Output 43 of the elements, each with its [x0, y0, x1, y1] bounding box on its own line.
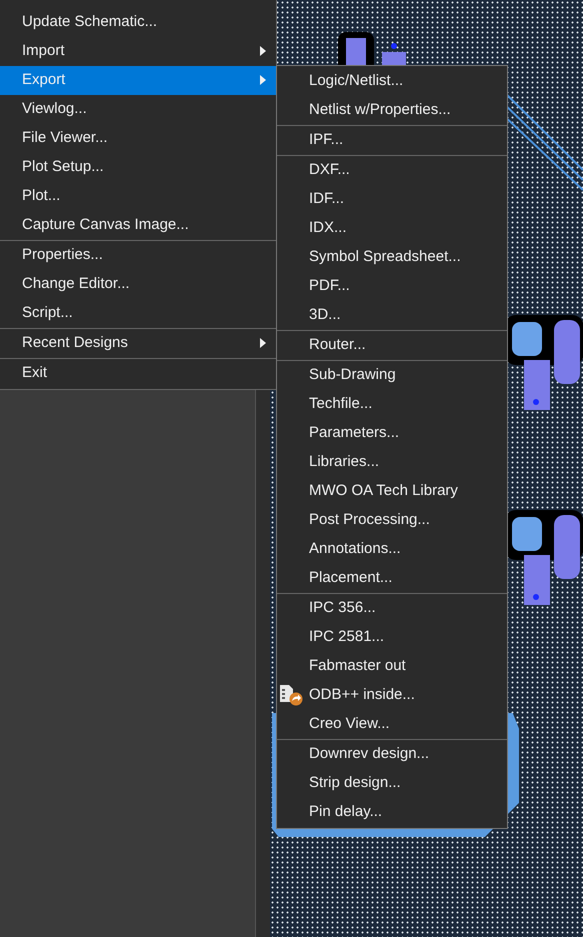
menu-item[interactable]: Parameters...	[277, 419, 507, 448]
menu-item[interactable]: DXF...	[277, 156, 507, 185]
menu-item[interactable]: Export	[0, 66, 276, 95]
submenu-arrow-icon	[260, 75, 266, 85]
document-export-icon	[279, 684, 303, 706]
menu-item[interactable]: Recent Designs	[0, 329, 276, 358]
menu-item[interactable]: Script...	[0, 299, 276, 328]
menu-item[interactable]: Viewlog...	[0, 95, 276, 124]
menu-item[interactable]: Netlist w/Properties...	[277, 96, 507, 125]
submenu-arrow-icon	[260, 338, 266, 348]
menu-item[interactable]: IDF...	[277, 185, 507, 214]
menu-item[interactable]: IPC 2581...	[277, 623, 507, 652]
menu-item[interactable]: PDF...	[277, 272, 507, 301]
menu-item[interactable]: Annotations...	[277, 535, 507, 564]
menu-item[interactable]: Pin delay...	[277, 798, 507, 827]
menu-item[interactable]: Strip design...	[277, 769, 507, 798]
menu-item[interactable]: Post Processing...	[277, 506, 507, 535]
menu-item[interactable]: 3D...	[277, 301, 507, 330]
menu-item[interactable]: Update Schematic...	[0, 8, 276, 37]
menu-item[interactable]: Libraries...	[277, 448, 507, 477]
menu-item[interactable]: Symbol Spreadsheet...	[277, 243, 507, 272]
menu-item[interactable]: Plot Setup...	[0, 153, 276, 182]
menu-item[interactable]: IDX...	[277, 214, 507, 243]
menu-item[interactable]: Change Editor...	[0, 270, 276, 299]
menu-item[interactable]: ODB++ inside...	[277, 681, 507, 710]
menu-item[interactable]: Capture Canvas Image...	[0, 211, 276, 240]
menu-item[interactable]: Router...	[277, 331, 507, 360]
menu-item[interactable]: Fabmaster out	[277, 652, 507, 681]
menu-item[interactable]: IPF...	[277, 126, 507, 155]
menu-item[interactable]: Sub-Drawing	[277, 361, 507, 390]
menu-item[interactable]: IPC 356...	[277, 594, 507, 623]
menu-item[interactable]: Plot...	[0, 182, 276, 211]
menu-item[interactable]: Logic/Netlist...	[277, 67, 507, 96]
menu-item[interactable]: Techfile...	[277, 390, 507, 419]
menu-item[interactable]: Creo View...	[277, 710, 507, 739]
menu-item[interactable]: Import	[0, 37, 276, 66]
menu-item[interactable]: Downrev design...	[277, 740, 507, 769]
menu-item[interactable]: File Viewer...	[0, 124, 276, 153]
menu-item[interactable]: MWO OA Tech Library	[277, 477, 507, 506]
submenu-arrow-icon	[260, 46, 266, 56]
menu-item[interactable]: Exit	[0, 359, 276, 388]
menu-item[interactable]: Placement...	[277, 564, 507, 593]
menu-item[interactable]: Properties...	[0, 241, 276, 270]
